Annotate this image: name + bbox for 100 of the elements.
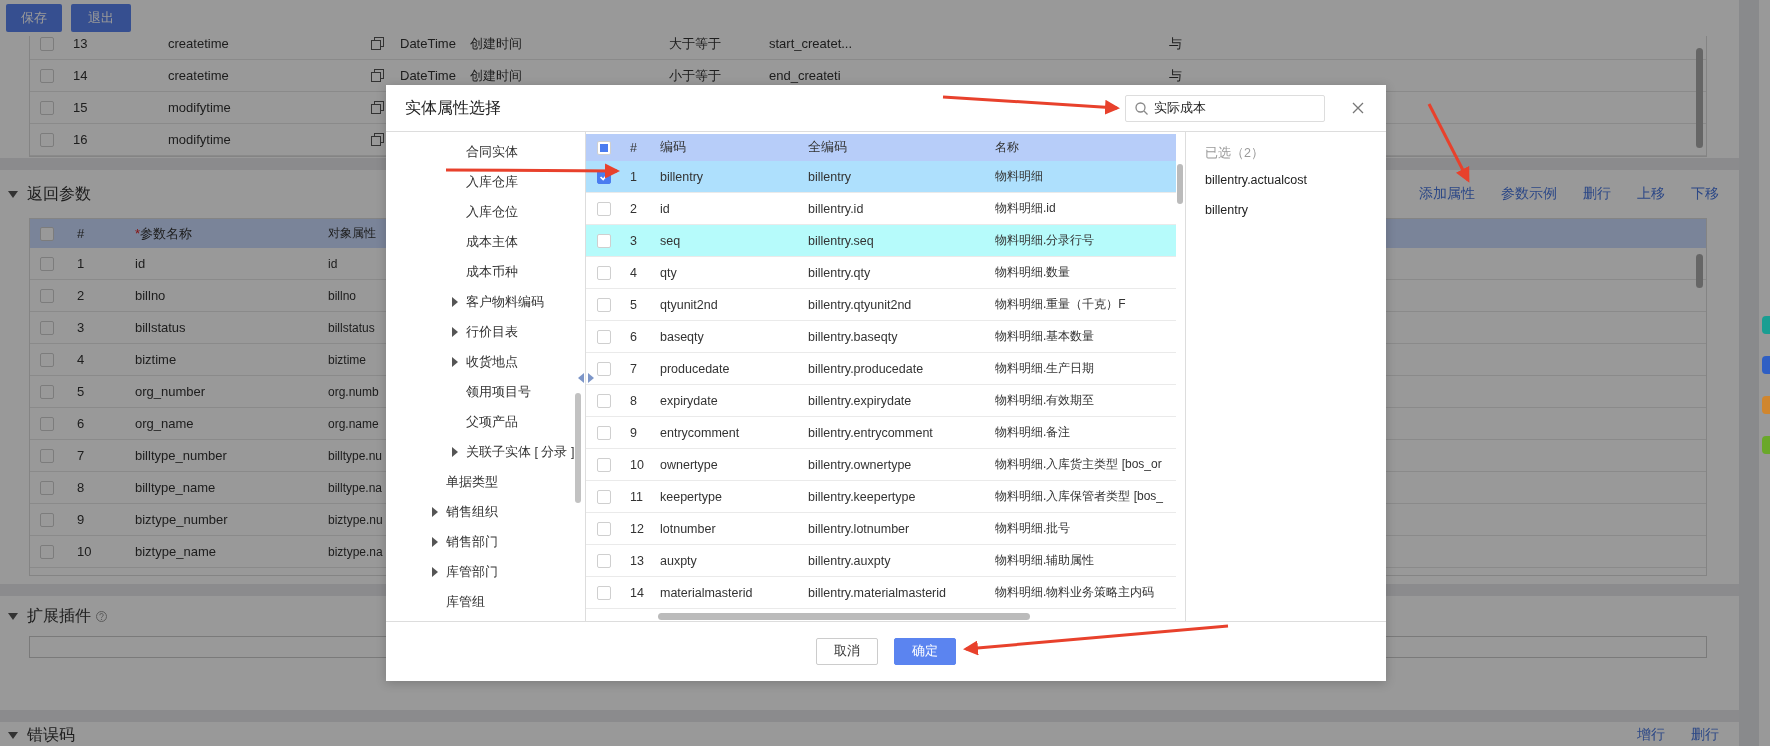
copy-icon[interactable] [371, 37, 384, 50]
table-cell: entrycomment [660, 425, 740, 440]
checkbox[interactable] [39, 544, 54, 559]
table-cell: start_createt... [769, 36, 853, 51]
table-cell: billentry.qtyunit2nd [808, 297, 912, 312]
checkbox[interactable] [597, 521, 611, 536]
table-cell: 与 [1169, 36, 1182, 51]
expand-arrow-icon[interactable] [432, 567, 438, 577]
checkbox[interactable] [39, 36, 54, 51]
tree-item[interactable]: 库管部门 [446, 563, 498, 581]
dialog-button[interactable]: 取消 [816, 638, 878, 665]
selected-count: 已选（2） [1205, 144, 1265, 162]
tree-item[interactable]: 领用项目号 [466, 383, 531, 401]
checkbox[interactable] [597, 585, 611, 600]
checkbox[interactable] [39, 256, 54, 271]
expand-arrow-icon[interactable] [452, 297, 458, 307]
section-title: 扩展插件 [27, 605, 91, 626]
split-arrows-icon[interactable] [578, 373, 594, 383]
checkbox[interactable] [39, 448, 54, 463]
select-all-checkbox[interactable] [597, 140, 611, 155]
table-cell: biztype.na [328, 544, 383, 559]
table-cell: createtime [168, 68, 229, 83]
checkbox[interactable] [39, 100, 54, 115]
checkbox[interactable] [39, 416, 54, 431]
checkbox[interactable] [39, 352, 54, 367]
table-cell: createtime [168, 36, 229, 51]
search-field[interactable]: 实际成本 [1125, 94, 1325, 122]
collapse-caret-icon[interactable] [8, 731, 18, 739]
checkbox[interactable] [597, 201, 611, 216]
column-header: 全编码 [808, 140, 847, 154]
checkbox[interactable] [39, 320, 54, 335]
expand-arrow-icon[interactable] [432, 507, 438, 517]
expand-arrow-icon[interactable] [452, 327, 458, 337]
copy-icon[interactable] [371, 69, 384, 82]
row-number: 9 [630, 425, 637, 440]
checkbox[interactable] [597, 489, 611, 504]
scrollbar[interactable] [1696, 254, 1703, 288]
checkbox[interactable] [597, 361, 611, 376]
select-all-checkbox[interactable] [39, 226, 54, 241]
tree-item[interactable]: 客户物料编码 [466, 293, 544, 311]
row-number: 16 [73, 132, 88, 147]
checkbox[interactable] [597, 265, 611, 280]
table-cell: billentry.baseqty [808, 329, 898, 344]
table-cell: biztype_number [135, 512, 228, 527]
collapse-caret-icon[interactable] [8, 190, 18, 198]
checkbox[interactable] [597, 457, 611, 472]
checkbox[interactable] [39, 480, 54, 495]
table-cell: biztime [328, 352, 366, 367]
checkbox[interactable] [597, 297, 611, 312]
row-number: 7 [630, 361, 637, 376]
table-row[interactable]: 1 billentry billentry 物料明细 [586, 161, 1176, 193]
row-number: 2 [630, 201, 637, 216]
checkbox[interactable] [597, 553, 611, 568]
tree-item[interactable]: 行价目表 [466, 323, 518, 341]
tree-item[interactable]: 入库仓位 [466, 203, 518, 221]
collapse-caret-icon[interactable] [8, 612, 18, 620]
table-row[interactable]: 3 seq billentry.seq 物料明细.分录行号 [586, 225, 1176, 257]
checkbox[interactable] [597, 329, 611, 344]
table-cell: billtype.nu [328, 448, 383, 463]
selected-item[interactable]: billentry.actualcost [1205, 165, 1386, 195]
tree-item[interactable]: 收货地点 [466, 353, 518, 371]
table-cell: modifytime [168, 100, 231, 115]
tree-item[interactable]: 成本主体 [466, 233, 518, 251]
scrollbar[interactable] [1177, 164, 1183, 204]
table-cell: billentry.producedate [808, 361, 924, 376]
checkbox[interactable] [597, 393, 611, 408]
copy-icon[interactable] [371, 133, 384, 146]
tree-item[interactable]: 销售部门 [446, 533, 498, 551]
table-cell: billentry.lotnumber [808, 521, 910, 536]
table-cell: 物料明细.有效期至 [995, 393, 1095, 407]
tree-item[interactable]: 父项产品 [466, 413, 518, 431]
tree-item[interactable]: 单据类型 [446, 473, 498, 491]
checkbox[interactable] [39, 68, 54, 83]
checkbox[interactable] [597, 233, 611, 248]
table-cell: billentry.materialmasterid [808, 585, 946, 600]
tree-item[interactable]: 库管组 [446, 593, 485, 611]
table-cell: 物料明细.辅助属性 [995, 553, 1095, 567]
selected-item[interactable]: billentry [1205, 195, 1386, 225]
tree-item[interactable]: 成本币种 [466, 263, 518, 281]
expand-arrow-icon[interactable] [452, 357, 458, 367]
expand-arrow-icon[interactable] [432, 537, 438, 547]
scrollbar[interactable] [1696, 48, 1703, 148]
checkbox[interactable] [39, 512, 54, 527]
checkbox[interactable] [39, 384, 54, 399]
checkbox[interactable] [39, 132, 54, 147]
expand-arrow-icon[interactable] [452, 447, 458, 457]
tree-item[interactable]: 销售组织 [446, 503, 498, 521]
row-number: 14 [73, 68, 88, 83]
copy-icon[interactable] [371, 101, 384, 114]
tree-item[interactable]: 合同实体 [466, 143, 518, 161]
dialog-button[interactable]: 确定 [894, 638, 956, 665]
help-icon[interactable] [96, 610, 107, 622]
close-icon[interactable] [1352, 102, 1364, 114]
scrollbar[interactable] [658, 613, 1030, 620]
tree-item[interactable]: 入库仓库 [466, 173, 518, 191]
tree-item[interactable]: 关联子实体 [ 分录 ] [466, 443, 575, 461]
checkbox[interactable] [597, 425, 611, 440]
table-cell: 物料明细.入库保管者类型 [bos_ [995, 489, 1164, 503]
scrollbar[interactable] [575, 393, 581, 503]
checkbox[interactable] [39, 288, 54, 303]
